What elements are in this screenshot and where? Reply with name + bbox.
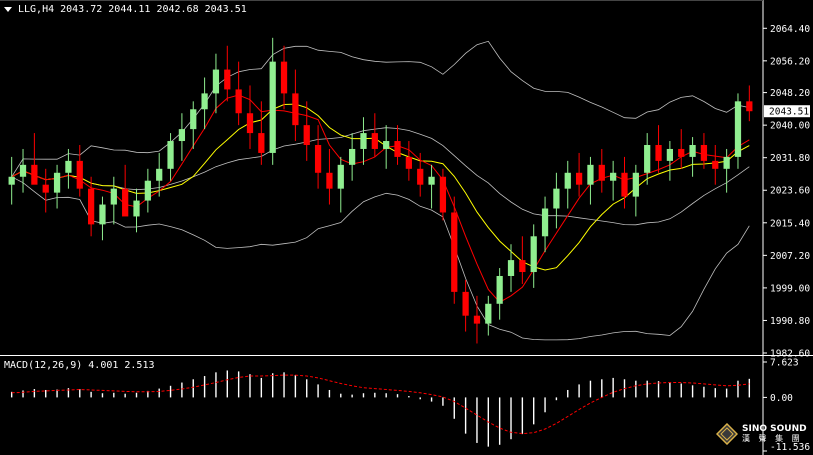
price-tick-label: 2040.00 [770,121,810,132]
macd-main-value: 4.001 [88,360,119,371]
candle-body [553,188,560,209]
candle-body [598,164,605,181]
candle-body [53,172,61,193]
logo-chinese: 漢 聲 集 團 [742,434,803,443]
candle-body [746,101,753,112]
price-tick-label: 2064.40 [770,24,810,35]
candle-body [246,113,254,134]
candle-body [621,172,628,197]
candle-body [405,156,412,169]
candle-body [451,212,458,292]
symbol-label: LLG,H4 [18,4,55,15]
candle-body [371,133,378,149]
candle-body [519,260,526,273]
candle-body [360,133,367,149]
background [0,0,813,455]
candle-body [575,172,583,185]
candle-body [235,89,242,114]
candle-body [349,148,356,165]
candle-body [507,260,515,276]
candle-body [383,141,390,149]
candle-body [496,275,503,304]
price-tick-label: 2007.20 [770,251,810,262]
candle-body [42,184,49,193]
macd-tick-label: 0.00 [770,393,793,404]
candle-body [610,172,617,181]
candle-body [156,168,163,181]
candle-body [8,176,15,185]
candle-body [587,164,594,185]
candle-body [337,164,344,189]
candle-body [99,204,106,225]
macd-tick-label: 7.623 [770,358,799,369]
price-header: LLG,H4 2043.72 2044.11 2042.68 2043.51 [4,4,247,15]
candle-body [689,144,696,157]
candle-body [734,101,742,157]
candle-body [632,172,639,197]
candle-body [280,61,288,94]
candle-body [110,188,117,205]
candle-body [31,164,38,185]
candle-body [655,144,662,161]
candle-body [326,172,333,189]
candle-body [394,141,401,157]
candle-body [190,109,197,130]
candle-body [122,188,129,217]
candle-body [678,148,685,157]
candle-body [303,125,310,145]
candle-body [485,303,492,324]
candle-body [224,69,231,90]
candle-body [178,129,186,142]
candle-body [65,160,72,173]
candle-body [133,200,140,217]
price-tick-label: 2015.40 [770,218,810,229]
candle-body [644,144,651,173]
price-tick-label: 1990.80 [770,316,810,327]
candle-body [700,144,708,161]
candle-body [167,141,174,169]
candle-body [712,160,719,169]
candle-body [201,93,208,110]
brand-logo: SINO SOUND 漢 聲 集 團 [716,423,807,445]
candle-body [87,188,95,225]
candle-body [723,156,730,169]
candle-body [666,148,674,161]
current-price-label: 2043.51 [769,107,809,118]
candle-body [212,69,220,94]
macd-label: MACD(12,26,9) [4,360,83,371]
candle-body [428,176,435,185]
candle-body [144,180,151,201]
candle-body [541,208,549,237]
macd-header: MACD(12,26,9) 4.001 2.513 [4,360,155,371]
candle-body [530,236,537,273]
candle-body [292,93,299,126]
candle-body [76,160,83,189]
price-tick-label: 1999.00 [770,283,810,294]
chevron-down-icon[interactable] [4,7,12,12]
candle-body [314,144,322,173]
candle-body [269,61,276,153]
ohlc-values: 2043.72 2044.11 2042.68 2043.51 [60,4,247,15]
candle-body [564,172,571,189]
chart-stage: 2064.40 2056.20 2048.20 2040.00 2031.80 2023.… [0,0,813,455]
candle-body [19,164,27,177]
candle-body [462,291,469,316]
price-tick-label: 2031.80 [770,153,810,164]
candle-body [417,168,424,185]
price-tick-label: 2056.20 [770,56,810,67]
macd-signal-value: 2.513 [124,360,155,371]
candle-body [258,133,265,153]
candle-body [473,315,481,324]
price-tick-label: 2023.60 [770,186,810,197]
price-tick-label: 2048.20 [770,88,810,99]
logo-name: SINO SOUND [742,424,807,434]
logo-diamond-icon [716,423,738,445]
candle-body [439,176,447,213]
